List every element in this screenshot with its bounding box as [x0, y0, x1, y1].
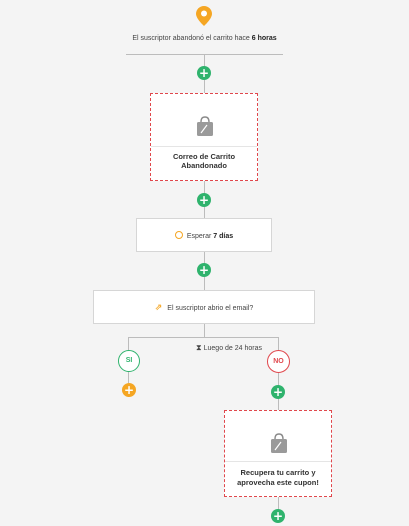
shopping-bag-icon: [197, 116, 213, 136]
add-step-button-yes[interactable]: +: [122, 383, 136, 397]
location-pin-icon: [196, 6, 212, 26]
branch-no-badge[interactable]: NO: [267, 350, 290, 373]
card-divider: [225, 461, 331, 462]
branch-yes-badge[interactable]: SI: [118, 350, 140, 372]
add-step-button[interactable]: +: [197, 66, 211, 80]
timer-label: ⧗ Luego de 24 horas: [196, 343, 262, 353]
email-opened-icon: ⇗: [154, 303, 163, 313]
trigger-text: El suscriptor abandonó el carrito hace 6…: [100, 35, 309, 42]
timer-label-text: Luego de 24 horas: [203, 345, 263, 352]
branch-line-left: [128, 337, 129, 351]
wait-step-card[interactable]: Esperar 7 días: [136, 218, 272, 252]
wait-duration: 7 días: [213, 233, 234, 240]
branch-line: [128, 337, 279, 338]
add-step-button-no[interactable]: +: [271, 385, 285, 399]
condition-label: El suscriptor abrio el email?: [167, 305, 254, 312]
trigger-text-prefix: El suscriptor abandonó el carrito hace: [132, 35, 250, 42]
email-step-title-line-2: aprovecha este cupon!: [237, 478, 319, 487]
hourglass-icon: ⧗: [196, 343, 202, 352]
email-step-card-coupon[interactable]: Recupera tu carrito y aprovecha este cup…: [224, 410, 332, 497]
connector-line: [128, 372, 129, 383]
branch-line-right: [278, 337, 279, 351]
wait-step-content: Esperar 7 días: [137, 231, 271, 240]
condition-content: ⇗ El suscriptor abrio el email?: [94, 303, 314, 313]
add-step-button[interactable]: +: [197, 193, 211, 207]
shopping-bag-icon: [271, 433, 287, 453]
card-divider: [151, 146, 257, 147]
email-step-title-line-2: Abandonado: [181, 161, 227, 170]
clock-icon: [174, 231, 183, 239]
email-step-card-abandoned-cart[interactable]: Correo de Carrito Abandonado: [150, 93, 258, 181]
trigger-duration: 6 horas: [251, 35, 277, 42]
wait-label: Esperar: [186, 233, 212, 240]
connector-line: [204, 324, 205, 337]
add-step-button[interactable]: +: [197, 263, 211, 277]
condition-step-card[interactable]: ⇗ El suscriptor abrio el email?: [93, 290, 315, 324]
email-step-title-line-1: Recupera tu carrito y: [240, 468, 316, 477]
add-step-button[interactable]: +: [271, 509, 285, 523]
